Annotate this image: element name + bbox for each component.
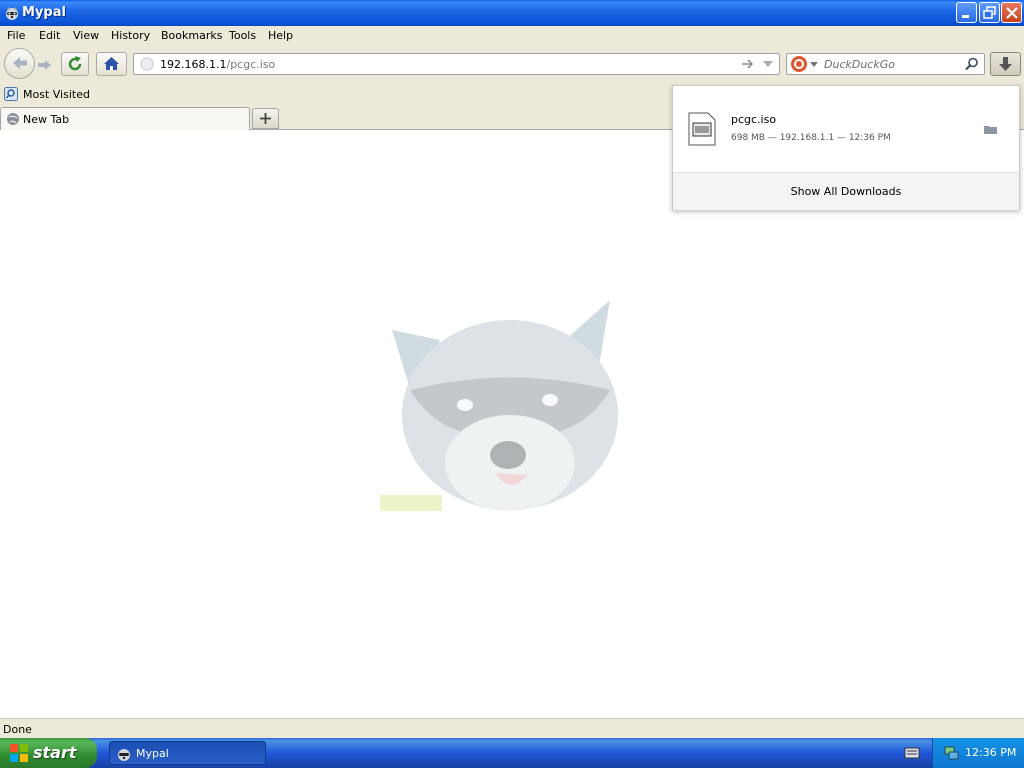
home-icon bbox=[104, 57, 119, 70]
open-folder-icon[interactable] bbox=[984, 124, 998, 135]
status-text: Done bbox=[3, 723, 32, 736]
system-tray: 12:36 PM bbox=[932, 738, 1024, 768]
download-meta: 698 MB — 192.168.1.1 — 12:36 PM bbox=[731, 133, 891, 143]
url-text: 192.168.1.1/pcgc.iso bbox=[160, 58, 275, 71]
restore-button[interactable] bbox=[979, 2, 1000, 23]
go-arrow-icon[interactable] bbox=[741, 58, 755, 70]
menu-help[interactable]: Help bbox=[268, 29, 293, 42]
download-item[interactable]: pcgc.iso 698 MB — 192.168.1.1 — 12:36 PM bbox=[673, 86, 1019, 172]
menu-edit[interactable]: Edit bbox=[39, 29, 60, 42]
show-all-downloads-button[interactable]: Show All Downloads bbox=[673, 185, 1019, 198]
page-content bbox=[0, 130, 1024, 718]
duckduckgo-icon[interactable] bbox=[790, 55, 808, 73]
search-bar[interactable]: DuckDuckGo bbox=[786, 53, 985, 75]
keyboard-icon[interactable] bbox=[904, 746, 920, 760]
url-host: 192.168.1.1 bbox=[160, 58, 227, 71]
restore-icon bbox=[983, 6, 996, 19]
url-path: /pcgc.iso bbox=[226, 58, 276, 71]
title-bar: Mypal bbox=[0, 0, 1024, 26]
status-bar: Done bbox=[0, 718, 1024, 738]
downloads-button[interactable] bbox=[990, 52, 1021, 76]
back-button[interactable] bbox=[4, 48, 35, 79]
most-visited-icon bbox=[4, 87, 18, 101]
magnifier-icon[interactable] bbox=[965, 57, 979, 71]
tab-label: New Tab bbox=[23, 113, 70, 126]
navigation-toolbar: 192.168.1.1/pcgc.iso DuckDuckGo bbox=[0, 46, 1024, 84]
close-icon bbox=[1006, 7, 1018, 19]
plus-icon bbox=[260, 113, 271, 124]
menu-view[interactable]: View bbox=[73, 29, 99, 42]
iso-file-icon bbox=[688, 112, 716, 146]
download-arrow-icon bbox=[999, 57, 1012, 71]
taskbar-item-mypal[interactable]: Mypal bbox=[109, 741, 266, 765]
menu-file[interactable]: File bbox=[7, 29, 25, 42]
search-placeholder: DuckDuckGo bbox=[824, 58, 895, 71]
raccoon-task-icon bbox=[118, 749, 130, 761]
new-tab-button[interactable] bbox=[252, 108, 279, 129]
windows-logo-icon bbox=[10, 744, 28, 762]
raccoon-app-icon bbox=[4, 5, 20, 21]
engine-dropdown-icon[interactable] bbox=[810, 62, 818, 68]
clock: 12:36 PM bbox=[965, 746, 1017, 759]
back-arrow-icon bbox=[13, 57, 27, 69]
downloads-footer: Show All Downloads bbox=[673, 172, 1019, 210]
menu-bar: File Edit View History Bookmarks Tools H… bbox=[0, 26, 1024, 46]
window-title: Mypal bbox=[22, 5, 66, 20]
reload-icon bbox=[68, 56, 82, 71]
tab-globe-icon bbox=[7, 113, 19, 125]
network-icon[interactable] bbox=[943, 745, 959, 761]
globe-icon bbox=[140, 57, 154, 71]
start-button[interactable]: start bbox=[0, 738, 97, 768]
address-bar[interactable]: 192.168.1.1/pcgc.iso bbox=[133, 53, 780, 75]
downloads-panel: pcgc.iso 698 MB — 192.168.1.1 — 12:36 PM… bbox=[672, 85, 1020, 210]
tab-new-tab[interactable]: New Tab bbox=[0, 107, 250, 130]
download-filename: pcgc.iso bbox=[731, 113, 777, 126]
history-dropdown-icon[interactable] bbox=[762, 60, 774, 70]
close-button[interactable] bbox=[1001, 2, 1022, 23]
taskbar: start Mypal 12:36 PM bbox=[0, 738, 1024, 768]
minimize-icon bbox=[962, 15, 969, 18]
menu-tools[interactable]: Tools bbox=[229, 29, 256, 42]
task-label: Mypal bbox=[136, 747, 169, 760]
bookmark-most-visited[interactable]: Most Visited bbox=[23, 88, 90, 101]
minimize-button[interactable] bbox=[956, 2, 977, 23]
mypal-raccoon-logo bbox=[380, 300, 618, 511]
menu-bookmarks[interactable]: Bookmarks bbox=[161, 29, 222, 42]
menu-history[interactable]: History bbox=[111, 29, 150, 42]
forward-arrow-icon bbox=[38, 60, 51, 70]
forward-button[interactable] bbox=[35, 56, 55, 74]
home-button[interactable] bbox=[96, 52, 127, 76]
reload-button[interactable] bbox=[61, 52, 89, 76]
start-label: start bbox=[33, 743, 77, 762]
